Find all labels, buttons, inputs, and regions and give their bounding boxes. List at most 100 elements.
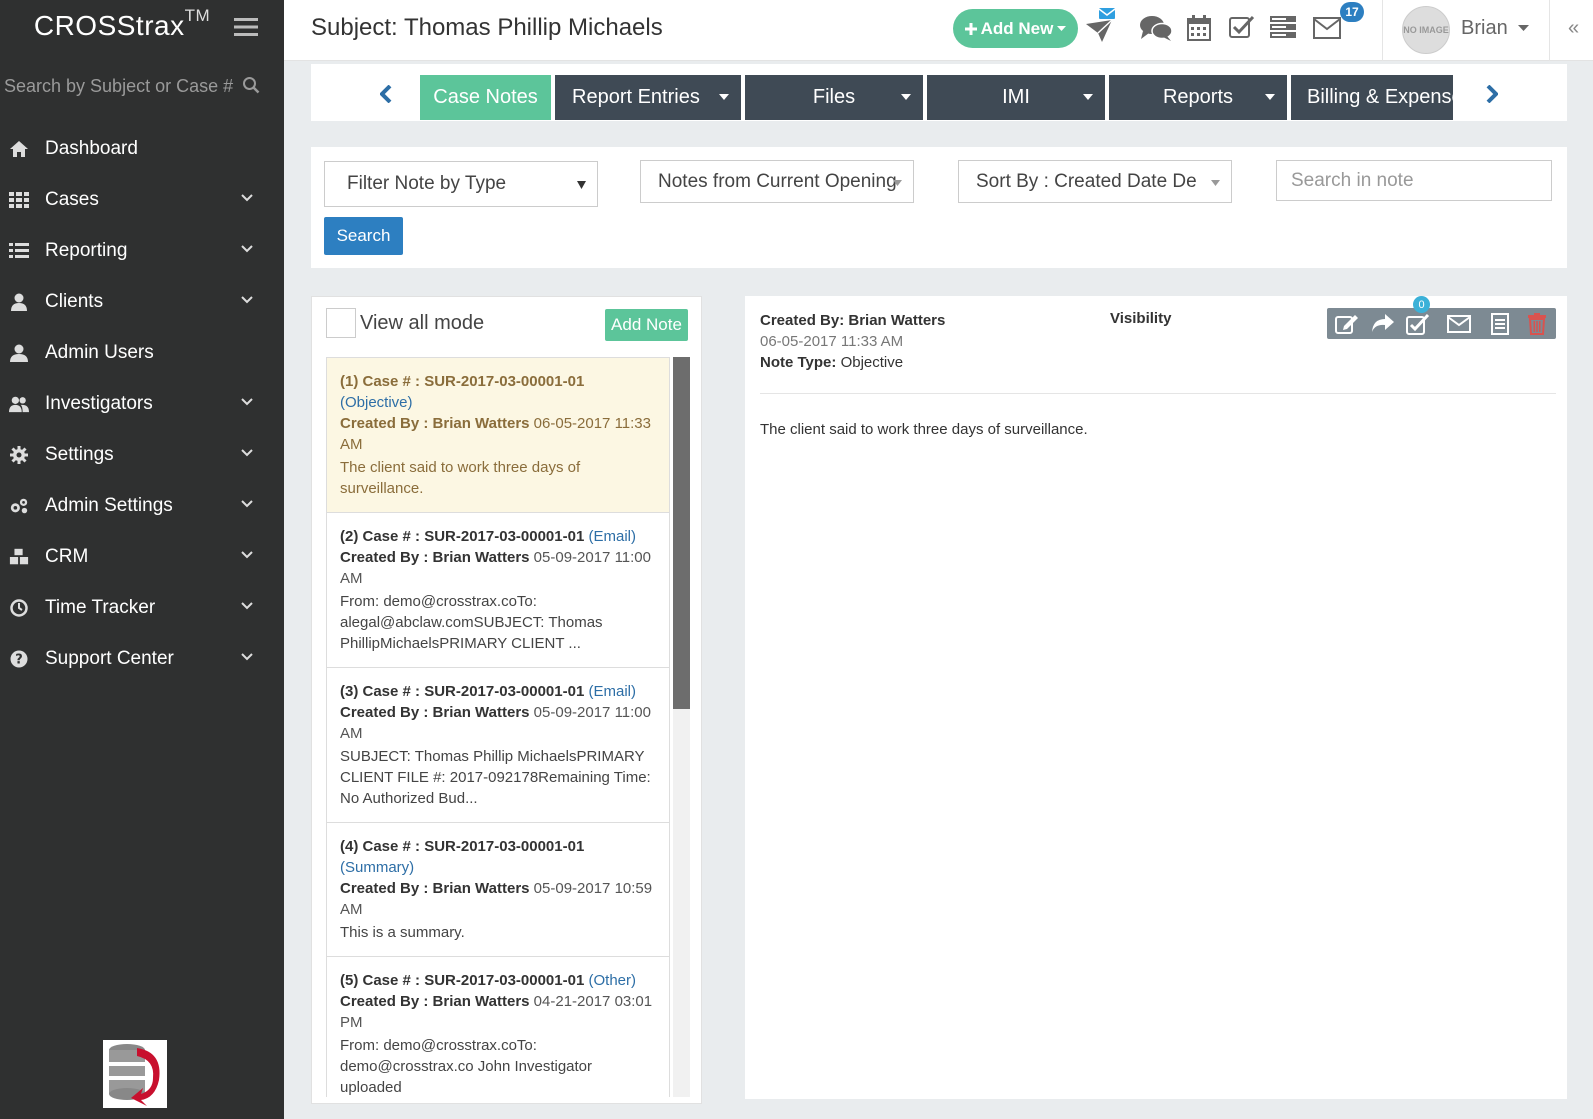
server-list-icon[interactable]: [1270, 16, 1296, 38]
caret-down-icon[interactable]: [1518, 25, 1529, 32]
search-icon[interactable]: [242, 76, 260, 94]
sidebar-nav: Dashboard Cases Reporting Clients Admin …: [0, 123, 284, 684]
sidebar-item-time-tracker[interactable]: Time Tracker: [0, 582, 284, 633]
tab-files[interactable]: Files: [745, 75, 923, 120]
tab-label: Billing & Expense: [1307, 86, 1453, 108]
task-check-icon[interactable]: [1406, 313, 1430, 335]
sidebar-item-dashboard[interactable]: Dashboard: [0, 123, 284, 174]
user-icon: [9, 343, 29, 363]
trash-icon[interactable]: [1528, 313, 1546, 335]
tab-report-entries[interactable]: Report Entries: [555, 75, 741, 120]
sidebar-item-label: Settings: [45, 443, 114, 465]
view-all-checkbox[interactable]: [326, 308, 356, 338]
note-type-select[interactable]: Filter Note by Type: [324, 161, 598, 207]
tab-label: IMI: [1002, 86, 1030, 108]
caret-down-icon: [901, 94, 911, 100]
sidebar: CROSStraxTM Dashboard Cases Reporting Cl…: [0, 0, 284, 1119]
sort-select[interactable]: Sort By : Created Date De…: [958, 160, 1232, 203]
page-title: Subject: Thomas Phillip Michaels: [311, 14, 663, 41]
note-preview: SUBJECT: Thomas Phillip MichaelsPRIMARY …: [340, 748, 651, 807]
visibility-label: Visibility: [1110, 310, 1172, 327]
tab-label: Files: [812, 86, 856, 108]
send-notification-icon[interactable]: [1084, 8, 1118, 42]
note-case-number: (5) Case # : SUR-2017-03-00001-01: [340, 972, 585, 989]
sidebar-item-label: Admin Users: [45, 341, 154, 363]
sidebar-item-support-center[interactable]: ? Support Center: [0, 633, 284, 684]
divider: [760, 393, 1556, 394]
clock-icon: [9, 598, 29, 618]
select-value: Filter Note by Type: [347, 173, 507, 194]
case-tabs-bar: Case Notes Report Entries Files IMI Repo…: [311, 64, 1567, 121]
sidebar-item-reporting[interactable]: Reporting: [0, 225, 284, 276]
chat-icon[interactable]: [1139, 14, 1173, 42]
list-item[interactable]: (4) Case # : SUR-2017-03-00001-01 (Summa…: [326, 823, 670, 957]
note-created-by: Created By : Brian Watters: [340, 415, 530, 432]
gear-icon: [9, 445, 29, 465]
divider: [1382, 0, 1383, 61]
share-icon[interactable]: [1371, 313, 1395, 333]
tab-case-notes[interactable]: Case Notes: [420, 75, 551, 120]
envelope-icon[interactable]: [1447, 315, 1471, 333]
caret-down-icon: [1057, 25, 1067, 31]
sidebar-item-cases[interactable]: Cases: [0, 174, 284, 225]
note-type: (Summary): [340, 859, 415, 876]
chevron-down-icon: [241, 245, 253, 253]
task-check-icon[interactable]: [1229, 15, 1255, 39]
select-value: Sort By : Created Date De…: [976, 170, 1197, 192]
list-item[interactable]: (3) Case # : SUR-2017-03-00001-01 (Email…: [326, 668, 670, 823]
tab-imi[interactable]: IMI: [927, 75, 1105, 120]
tab-reports[interactable]: Reports: [1109, 75, 1287, 120]
note-type: (Email): [588, 683, 636, 700]
list-item[interactable]: (5) Case # : SUR-2017-03-00001-01 (Other…: [326, 957, 670, 1097]
scrollbar[interactable]: [673, 357, 690, 1097]
sidebar-item-admin-users[interactable]: Admin Users: [0, 327, 284, 378]
created-by-value: Brian Watters: [848, 312, 946, 329]
chevron-right-icon[interactable]: [1486, 85, 1498, 103]
document-icon[interactable]: [1491, 313, 1509, 335]
notes-list: (1) Case # : SUR-2017-03-00001-01 (Objec…: [326, 357, 670, 1097]
list-item[interactable]: (2) Case # : SUR-2017-03-00001-01 (Email…: [326, 513, 670, 668]
user-name[interactable]: Brian: [1461, 17, 1508, 40]
sidebar-item-admin-settings[interactable]: Admin Settings: [0, 480, 284, 531]
chevron-down-icon: [241, 398, 253, 406]
sidebar-item-label: Dashboard: [45, 137, 138, 159]
sidebar-item-crm[interactable]: CRM: [0, 531, 284, 582]
add-new-label: Add New: [980, 18, 1054, 38]
note-search-input[interactable]: [1276, 160, 1552, 201]
divider: [1549, 0, 1550, 61]
sidebar-item-label: Support Center: [45, 647, 174, 669]
scrollbar-thumb[interactable]: [673, 357, 690, 709]
add-new-button[interactable]: Add New: [953, 9, 1078, 48]
topbar: Subject: Thomas Phillip Michaels Add New…: [284, 0, 1593, 61]
note-type: (Email): [588, 528, 636, 545]
sidebar-item-settings[interactable]: Settings: [0, 429, 284, 480]
opening-select[interactable]: Notes from Current Opening: [640, 160, 914, 203]
note-preview: From: demo@crosstrax.coTo: demo@crosstra…: [340, 1037, 593, 1096]
note-type: (Objective): [340, 394, 413, 411]
collapse-panel-icon[interactable]: «: [1568, 17, 1579, 40]
note-detail-panel: Created By: Brian Watters 06-05-2017 11:…: [745, 296, 1567, 1099]
sidebar-search-input[interactable]: [0, 75, 240, 97]
question-circle-icon: ?: [9, 649, 29, 669]
note-created-by: Created By : Brian Watters: [340, 549, 530, 566]
edit-icon[interactable]: [1335, 313, 1359, 335]
tab-billing-expense[interactable]: Billing & Expense: [1291, 75, 1453, 120]
list-item[interactable]: (1) Case # : SUR-2017-03-00001-01 (Objec…: [326, 357, 670, 513]
add-note-button[interactable]: Add Note: [605, 309, 688, 341]
hamburger-menu-icon[interactable]: [234, 17, 258, 37]
calendar-icon[interactable]: [1187, 15, 1211, 41]
sidebar-item-investigators[interactable]: Investigators: [0, 378, 284, 429]
sidebar-item-clients[interactable]: Clients: [0, 276, 284, 327]
tab-label: Case Notes: [433, 86, 538, 108]
avatar[interactable]: NO IMAGE: [1402, 6, 1450, 54]
brand-logo-text[interactable]: CROSStraxTM: [34, 6, 210, 42]
caret-down-icon: [1211, 180, 1220, 186]
list-icon: [9, 241, 29, 261]
sidebar-item-label: Admin Settings: [45, 494, 173, 516]
svg-text:?: ?: [15, 653, 23, 668]
search-button[interactable]: Search: [324, 217, 403, 255]
created-by-label: Created By:: [760, 312, 845, 329]
note-preview: This is a summary.: [340, 924, 465, 941]
envelope-icon[interactable]: [1313, 17, 1341, 39]
chevron-left-icon[interactable]: [380, 85, 392, 103]
